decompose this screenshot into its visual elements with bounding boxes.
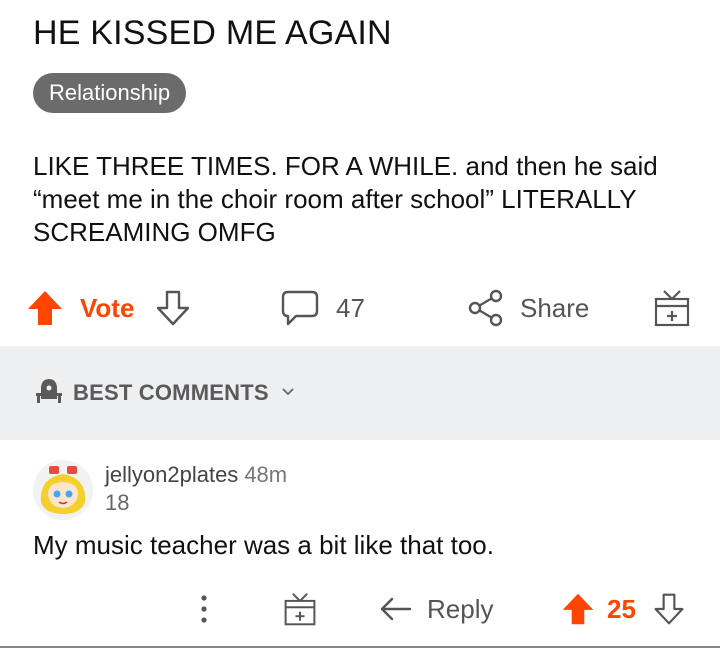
comment-sort-bar: BEST COMMENTS [0,346,720,440]
upvote-icon[interactable] [560,584,596,634]
chevron-down-icon [281,384,295,402]
comment-icon[interactable] [279,280,321,336]
comment-body: My music teacher was a bit like that too… [33,530,494,560]
comment-action-bar: Reply 25 [0,584,720,634]
award-icon[interactable] [282,584,318,634]
share-icon[interactable] [466,280,506,336]
post-title: HE KISSED ME AGAIN [33,14,392,52]
mod-shield-icon [33,375,65,412]
avatar[interactable] [33,460,93,520]
vote-label: Vote [80,292,135,323]
reply-label[interactable]: Reply [427,584,493,634]
comment-time: 48m [244,462,288,487]
divider [0,646,720,648]
comment-meta: jellyon2plates 48m [105,462,287,488]
downvote-icon[interactable] [652,584,686,634]
reply-icon[interactable] [378,584,414,634]
downvote-icon[interactable] [154,280,192,336]
post-body: LIKE THREE TIMES. FOR A WHILE. and then … [33,151,658,247]
comment-count: 47 [336,292,365,323]
share-label: Share [520,292,590,323]
post-flair[interactable]: Relationship [33,73,187,113]
sort-label: BEST COMMENTS [73,380,269,405]
comment-username[interactable]: jellyon2plates [105,462,238,487]
comment-vote-count: 25 [607,593,636,624]
award-icon[interactable] [652,280,692,336]
post-action-bar: Vote 47 Share [0,280,720,336]
comment-flair-score: 18 [105,490,130,515]
upvote-icon[interactable] [25,280,65,336]
sort-dropdown[interactable]: BEST COMMENTS [33,376,295,410]
more-icon[interactable] [196,584,212,634]
